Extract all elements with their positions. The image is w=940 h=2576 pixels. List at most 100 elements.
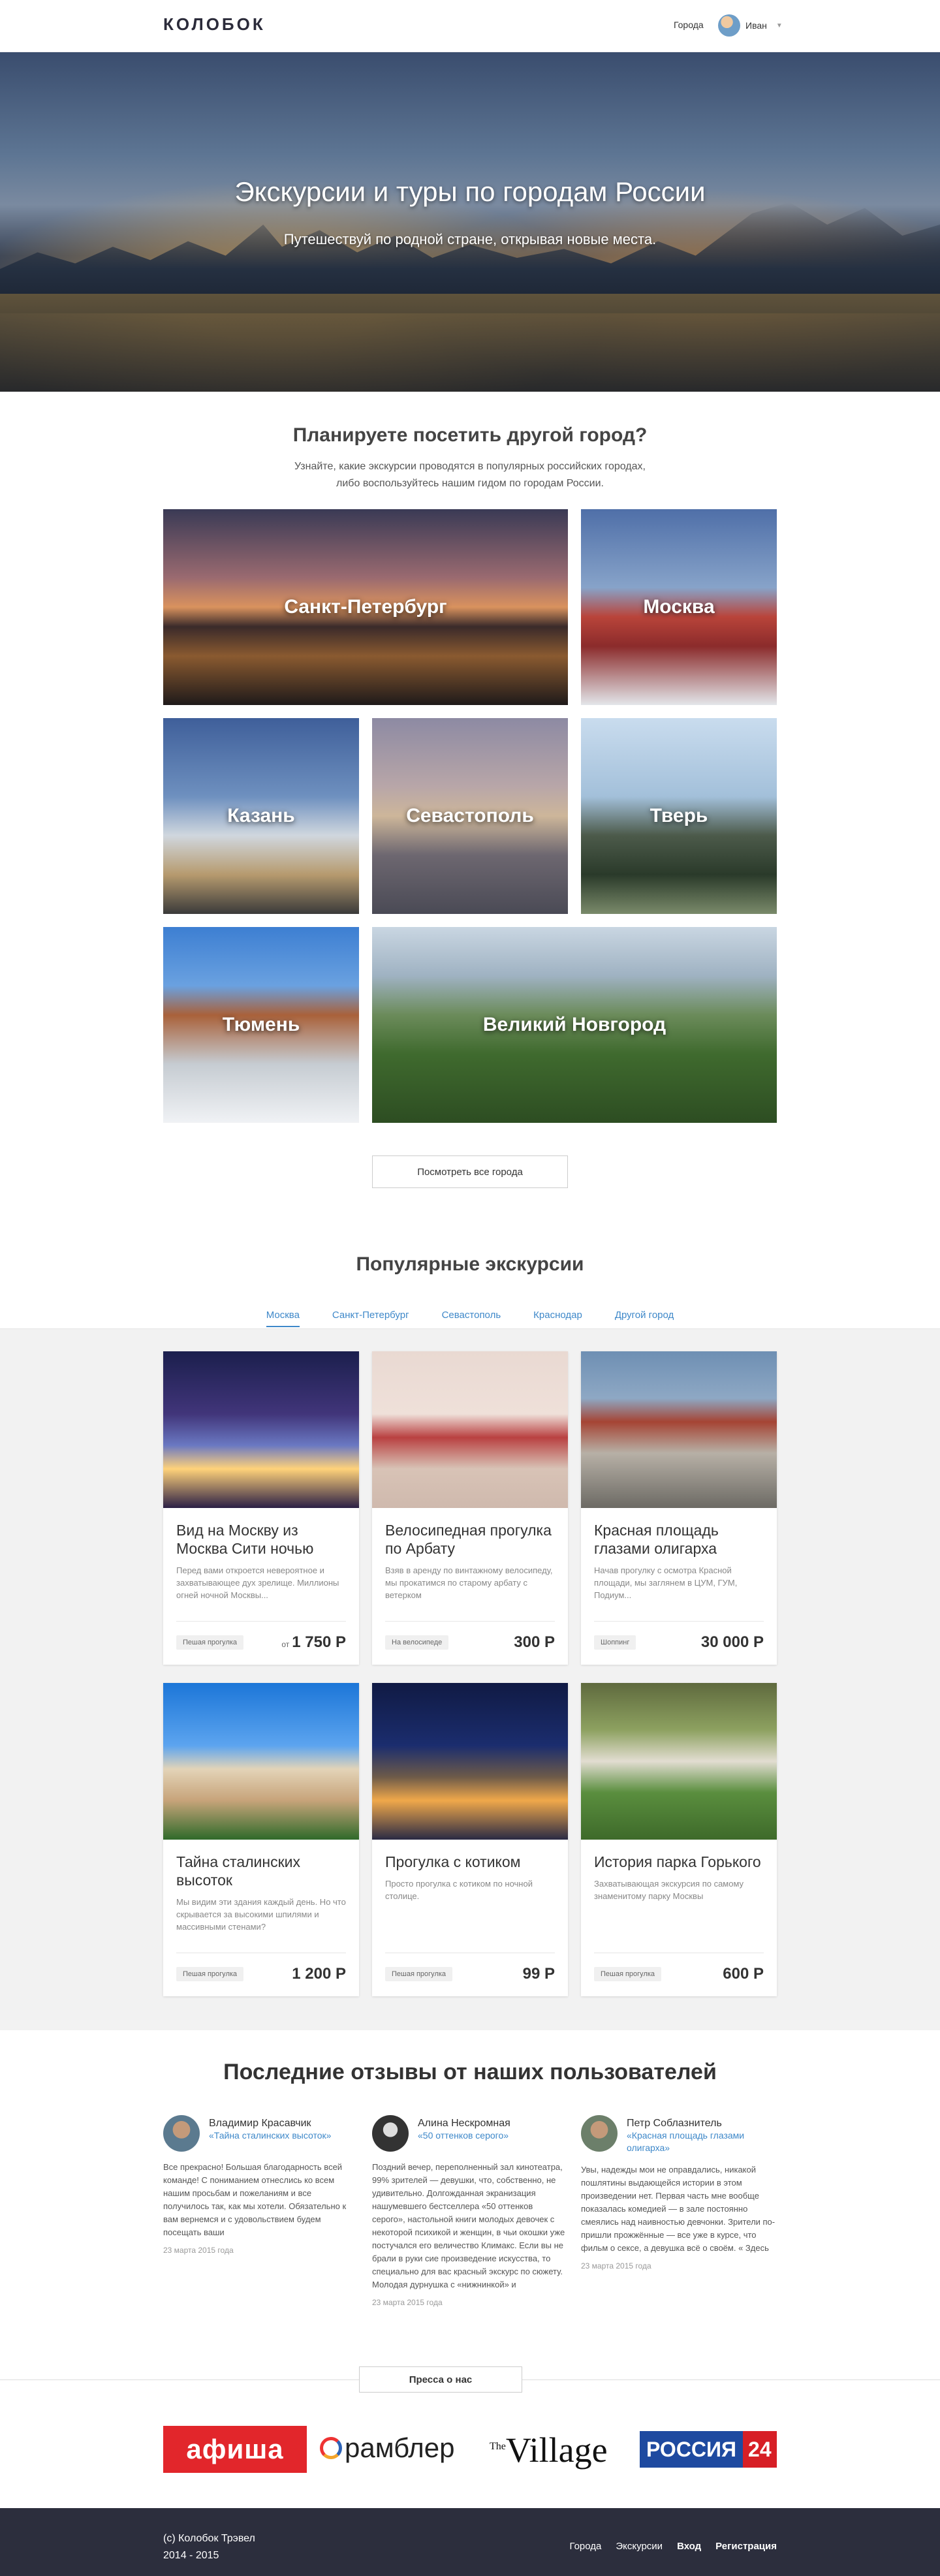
- russia24-logo[interactable]: РОССИЯ 24: [640, 2431, 777, 2468]
- cities-grid: Санкт-Петербург Москва Казань Севастопол…: [163, 509, 777, 1123]
- tour-description: Захватывающая экскурсия по самому знамен…: [594, 1879, 744, 1901]
- tour-image: [372, 1351, 568, 1508]
- city-tile-sevastopol[interactable]: Севастополь: [372, 718, 568, 914]
- tour-title: Велосипедная прогулка по Арбату: [385, 1522, 552, 1557]
- city-label: Казань: [227, 805, 295, 826]
- tour-description: Просто прогулка с котиком по ночной стол…: [385, 1879, 533, 1901]
- cities-text-2: либо воспользуйтесь нашим гидом по город…: [336, 478, 604, 489]
- reviewed-tour-link[interactable]: «Красная площадь глазами олигарха»: [627, 2130, 744, 2153]
- tab-sevastopol[interactable]: Севастополь: [442, 1310, 501, 1327]
- avatar: [372, 2115, 409, 2152]
- tour-description: Взяв в аренду по винтажному велосипеду, …: [385, 1565, 553, 1600]
- reviews-title: Последние отзывы от наших пользователей: [223, 2060, 717, 2084]
- user-name: Иван: [745, 20, 767, 31]
- tour-title: Вид на Москву из Москва Сити ночью: [176, 1522, 314, 1557]
- tour-card[interactable]: Вид на Москву из Москва Сити ночью Перед…: [163, 1351, 359, 1665]
- tour-image: [163, 1683, 359, 1840]
- tour-price: 600 Р: [723, 1965, 764, 1983]
- tour-tag: На велосипеде: [385, 1635, 449, 1650]
- copyright: (c) Колобок Трэвел 2014 - 2015: [163, 2533, 255, 2561]
- city-tile-moscow[interactable]: Москва: [581, 509, 777, 705]
- tour-tag: Пешая прогулка: [176, 1967, 244, 1981]
- reviewed-tour-link[interactable]: «50 оттенков серого»: [418, 2130, 509, 2141]
- tour-tag: Пешая прогулка: [594, 1967, 662, 1981]
- footer-link-login[interactable]: Вход: [677, 2541, 701, 2552]
- page: КОЛОБОК Города Иван ▼ Экскурсии и туры п…: [0, 0, 940, 2576]
- footer: (c) Колобок Трэвел 2014 - 2015 Города Эк…: [0, 2508, 940, 2576]
- tour-title: История парка Горького: [594, 1853, 761, 1870]
- all-cities-button[interactable]: Посмотреть все города: [372, 1155, 568, 1188]
- tour-tag: Пешая прогулка: [176, 1635, 244, 1650]
- review-item: Владимир Красавчик «Тайна сталинских выс…: [163, 2115, 359, 2255]
- footer-nav: Города Экскурсии Вход Регистрация: [569, 2541, 777, 2552]
- afisha-logo[interactable]: афиша: [163, 2426, 307, 2473]
- tour-price: 300 Р: [514, 1633, 555, 1651]
- review-date: 23 марта 2015 года: [163, 2246, 234, 2255]
- tour-card[interactable]: Тайна сталинских высоток Мы видим эти зд…: [163, 1683, 359, 1996]
- tour-title: Красная площадь глазами олигарха: [594, 1522, 719, 1557]
- city-tile-novgorod[interactable]: Великий Новгород: [372, 927, 777, 1123]
- city-tile-tver[interactable]: Тверь: [581, 718, 777, 914]
- tour-card[interactable]: История парка Горького Захватывающая экс…: [581, 1683, 777, 1996]
- tour-card[interactable]: Велосипедная прогулка по Арбату Взяв в а…: [372, 1351, 568, 1665]
- hero-subtitle: Путешествуй по родной стране, открывая н…: [283, 231, 657, 247]
- hero-title: Экскурсии и туры по городам России: [234, 176, 706, 207]
- tour-price: 99 Р: [522, 1965, 555, 1983]
- rambler-logo[interactable]: рамблер: [320, 2432, 455, 2464]
- city-label: Санкт-Петербург: [284, 596, 447, 618]
- press-logos: афиша рамблер TheVillage РОССИЯ 24: [163, 2423, 777, 2475]
- press-button[interactable]: Пресса о нас: [359, 2366, 522, 2393]
- cities-header: Планируете посетить другой город? Узнайт…: [0, 424, 940, 492]
- chevron-down-icon: ▼: [776, 22, 783, 29]
- avatar: [581, 2115, 618, 2152]
- tour-image: [581, 1351, 777, 1508]
- user-menu[interactable]: Иван ▼: [718, 14, 783, 37]
- review-text: Увы, надежды мои не оправдались, никакой…: [581, 2165, 776, 2253]
- review-date: 23 марта 2015 года: [372, 2298, 443, 2307]
- tour-description: Мы видим эти здания каждый день. Но что …: [176, 1897, 346, 1932]
- tour-image: [372, 1683, 568, 1840]
- hero-banner: Экскурсии и туры по городам России Путеш…: [0, 52, 940, 392]
- tour-price: 1 200 Р: [292, 1965, 346, 1983]
- city-tile-spb[interactable]: Санкт-Петербург: [163, 509, 568, 705]
- tour-price: от 1 750 Р: [281, 1633, 346, 1651]
- tour-tag: Шоппинг: [594, 1635, 636, 1650]
- city-tile-tyumen[interactable]: Тюмень: [163, 927, 359, 1123]
- city-label: Севастополь: [406, 805, 534, 826]
- hero-river-image: [0, 294, 940, 392]
- village-logo[interactable]: TheVillage: [490, 2430, 608, 2470]
- cities-title: Планируете посетить другой город?: [292, 424, 648, 446]
- reviewer-name: Владимир Красавчик: [209, 2118, 311, 2129]
- tour-image: [581, 1683, 777, 1840]
- rambler-icon: [320, 2437, 342, 2459]
- tour-description: Начав прогулку с осмотра Красной площади…: [594, 1565, 738, 1600]
- city-tile-kazan[interactable]: Казань: [163, 718, 359, 914]
- city-label: Тверь: [650, 805, 708, 826]
- tour-price: 30 000 Р: [700, 1633, 764, 1651]
- reviewed-tour-link[interactable]: «Тайна сталинских высоток»: [209, 2130, 331, 2141]
- tour-card[interactable]: Красная площадь глазами олигарха Начав п…: [581, 1351, 777, 1665]
- tour-card[interactable]: Прогулка с котиком Просто прогулка с кот…: [372, 1683, 568, 1996]
- avatar: [718, 14, 740, 37]
- tab-other-city[interactable]: Другой город: [615, 1310, 674, 1327]
- cities-text-1: Узнайте, какие экскурсии проводятся в по…: [294, 461, 646, 472]
- tour-image: [163, 1351, 359, 1508]
- city-label: Великий Новгород: [482, 1014, 666, 1035]
- nav-cities-link[interactable]: Города: [674, 20, 704, 30]
- tab-krasnodar[interactable]: Краснодар: [533, 1310, 582, 1327]
- review-text: Все прекрасно! Большая благодарность все…: [163, 2162, 347, 2237]
- tab-spb[interactable]: Санкт-Петербург: [332, 1310, 409, 1327]
- footer-link-cities[interactable]: Города: [569, 2541, 601, 2552]
- tab-moscow[interactable]: Москва: [266, 1310, 300, 1327]
- review-item: Петр Соблазнитель «Красная площадь глаза…: [581, 2115, 777, 2270]
- review-item: Алина Нескромная «50 оттенков серого» По…: [372, 2115, 568, 2307]
- footer-link-tours[interactable]: Экскурсии: [616, 2541, 663, 2552]
- footer-link-register[interactable]: Регистрация: [715, 2541, 777, 2552]
- tour-title: Тайна сталинских высоток: [176, 1853, 300, 1889]
- city-label: Москва: [643, 596, 715, 618]
- review-date: 23 марта 2015 года: [581, 2261, 651, 2270]
- top-bar: КОЛОБОК Города Иван ▼: [0, 0, 940, 52]
- logo[interactable]: КОЛОБОК: [163, 14, 266, 35]
- reviewer-name: Петр Соблазнитель: [627, 2118, 722, 2129]
- tour-description: Перед вами откроется невероятное и захва…: [176, 1565, 339, 1600]
